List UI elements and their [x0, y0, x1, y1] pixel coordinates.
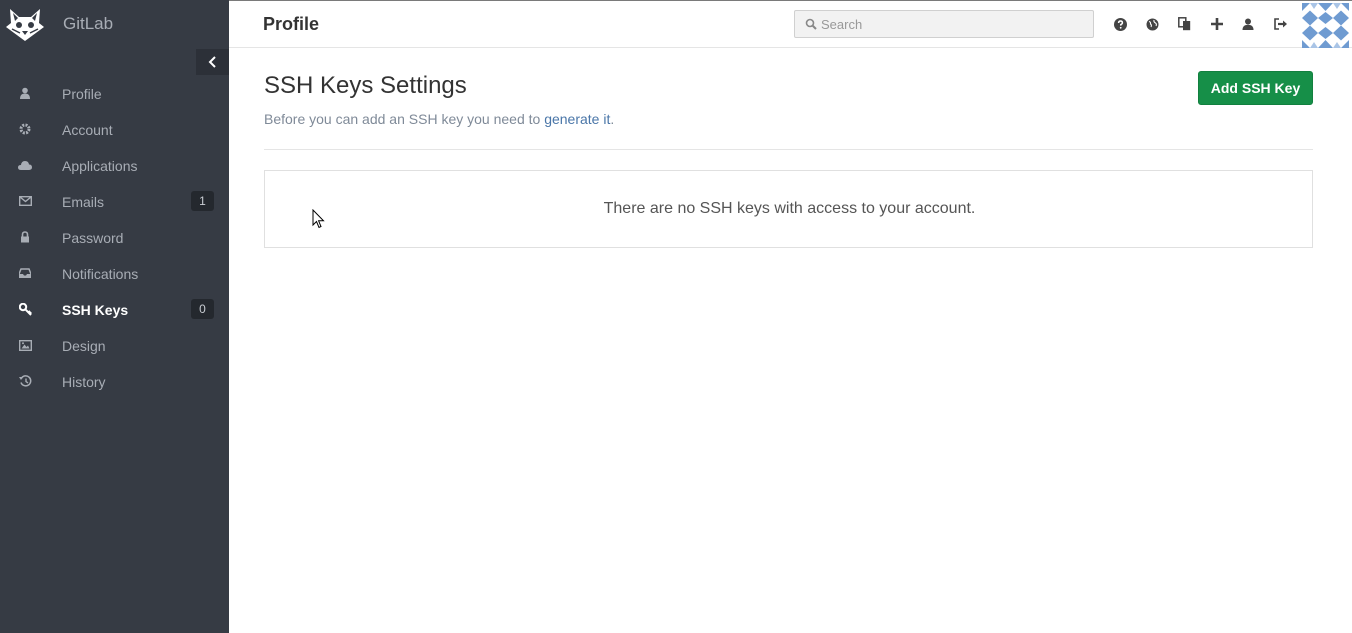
ssh-keys-empty-panel: There are no SSH keys with access to you… — [264, 170, 1313, 248]
divider — [264, 149, 1313, 150]
sidebar-item-label: Profile — [62, 86, 102, 102]
user-icon[interactable] — [1240, 16, 1256, 32]
sidebar-item-label: Password — [62, 230, 124, 246]
sidebar-item-notifications[interactable]: Notifications — [0, 255, 229, 291]
description-period: . — [610, 111, 615, 127]
settings-title: SSH Keys Settings — [264, 72, 467, 99]
add-ssh-key-button[interactable]: Add SSH Key — [1198, 71, 1313, 105]
sidebar: GitLab Profile Account Applications Emai… — [0, 0, 229, 633]
search-input[interactable] — [821, 15, 1086, 33]
help-icon[interactable] — [1112, 16, 1128, 32]
lock-icon — [18, 230, 32, 244]
sidebar-item-password[interactable]: Password — [0, 219, 229, 255]
search-box[interactable] — [794, 10, 1094, 38]
ssh-keys-count-badge: 0 — [191, 299, 214, 319]
inbox-icon — [18, 266, 32, 280]
brand-name[interactable]: GitLab — [63, 14, 113, 34]
top-header: Profile — [229, 0, 1352, 48]
sidebar-item-label: SSH Keys — [62, 302, 129, 318]
empty-message: There are no SSH keys with access to you… — [603, 200, 976, 217]
globe-icon[interactable] — [1144, 16, 1160, 32]
description-text: Before you can add an SSH key you need t… — [264, 111, 545, 127]
settings-description: Before you can add an SSH key you need t… — [264, 111, 614, 127]
sidebar-item-profile[interactable]: Profile — [0, 75, 229, 111]
page-title: Profile — [263, 14, 320, 34]
mouse-cursor-icon — [312, 209, 325, 229]
generate-it-link[interactable]: generate it — [544, 111, 610, 127]
sidebar-item-applications[interactable]: Applications — [0, 147, 229, 183]
cloud-icon — [18, 158, 32, 172]
plus-icon[interactable] — [1209, 16, 1225, 32]
copy-icon[interactable] — [1176, 16, 1192, 32]
sidebar-item-label: Notifications — [62, 266, 139, 282]
brand[interactable]: GitLab — [0, 0, 229, 48]
sidebar-item-ssh-keys[interactable]: SSH Keys 0 — [0, 291, 229, 327]
envelope-icon — [18, 194, 32, 208]
history-icon — [18, 374, 32, 388]
sidebar-item-label: History — [62, 374, 106, 390]
emails-count-badge: 1 — [191, 191, 214, 211]
key-icon — [18, 302, 32, 316]
sidebar-item-label: Emails — [62, 194, 105, 210]
sidebar-item-account[interactable]: Account — [0, 111, 229, 147]
sign-out-icon[interactable] — [1272, 16, 1288, 32]
sidebar-item-label: Applications — [62, 158, 138, 174]
sidebar-item-emails[interactable]: Emails 1 — [0, 183, 229, 219]
search-icon — [805, 18, 817, 30]
sidebar-item-label: Design — [62, 338, 106, 354]
gear-icon — [18, 122, 32, 136]
sidebar-item-design[interactable]: Design — [0, 327, 229, 363]
gitlab-logo-icon[interactable] — [6, 5, 44, 43]
image-icon — [18, 338, 32, 352]
chevron-left-icon — [208, 56, 216, 68]
sidebar-item-label: Account — [62, 122, 113, 138]
avatar[interactable] — [1302, 3, 1349, 48]
sidebar-nav: Profile Account Applications Emails 1 Pa… — [0, 75, 229, 399]
collapse-sidebar-button[interactable] — [196, 49, 229, 75]
sidebar-item-history[interactable]: History — [0, 363, 229, 399]
user-icon — [18, 86, 32, 100]
